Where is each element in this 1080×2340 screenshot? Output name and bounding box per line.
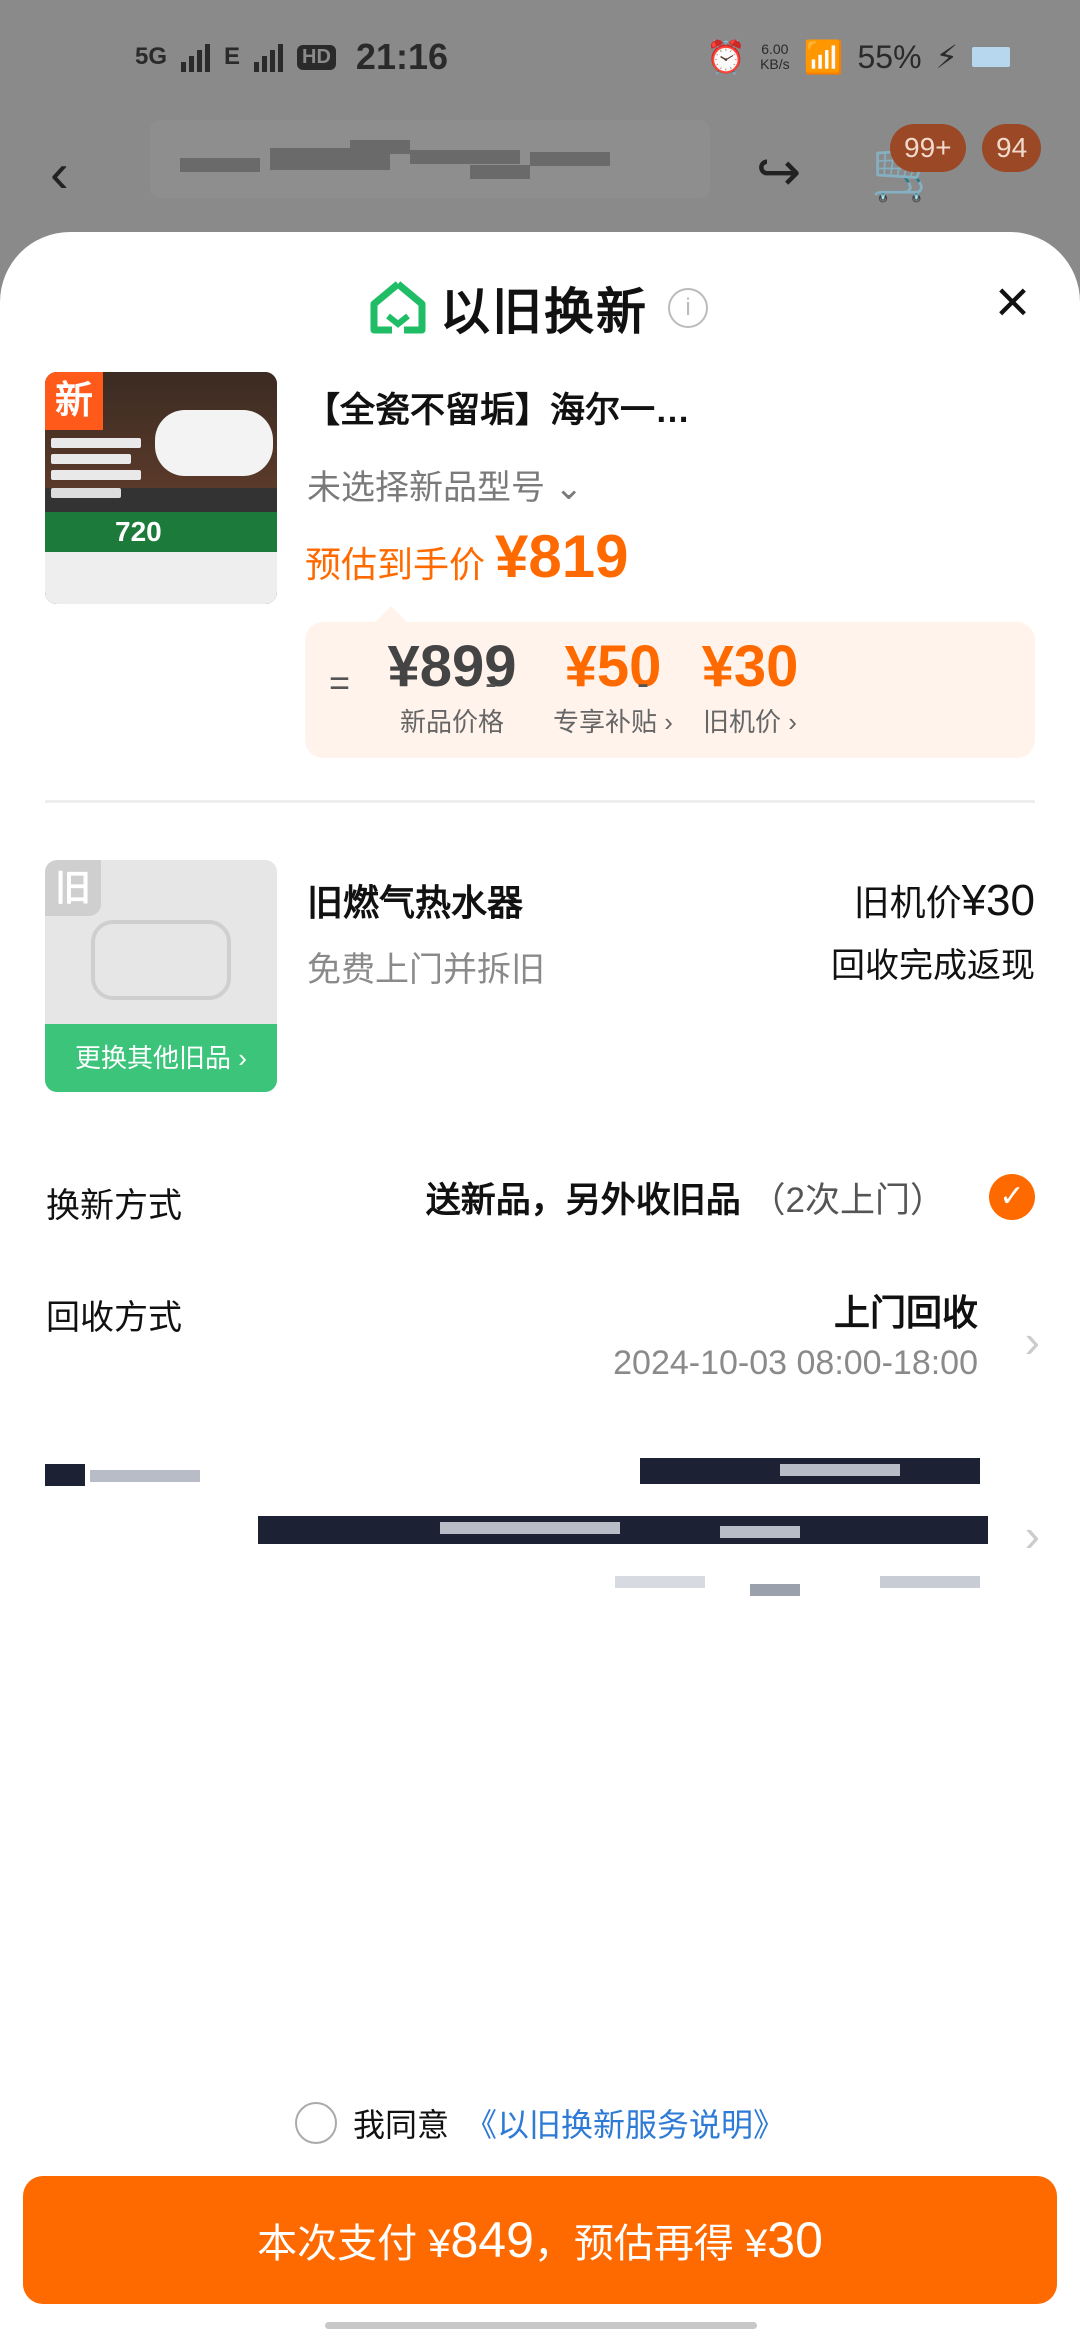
network-5g-label: 5G xyxy=(135,43,168,70)
hd-badge: HD xyxy=(297,44,336,70)
alarm-icon: ⏰ xyxy=(706,39,747,75)
message-badge: 94 xyxy=(982,124,1042,172)
model-selector[interactable]: 未选择新品型号 ⌄ xyxy=(307,460,583,509)
signal-icon-2 xyxy=(254,42,284,72)
back-chevron-icon[interactable]: ‹ xyxy=(50,140,69,205)
chevron-right-icon[interactable]: › xyxy=(1025,1314,1040,1368)
swap-old-item-button[interactable]: 更换其他旧品 › xyxy=(45,1024,277,1092)
estimated-price: 预估到手价 ¥819 xyxy=(305,523,629,590)
new-badge: 新 xyxy=(45,372,103,430)
equals-sign: = xyxy=(329,662,351,703)
divider xyxy=(45,800,1035,803)
image-promo-band: 720 xyxy=(45,512,277,552)
nav-bar: ‹ ↪ 🛒 99+ 94 xyxy=(0,120,1080,240)
cart-badge: 99+ xyxy=(890,124,966,172)
battery-icon xyxy=(972,47,1010,67)
old-tag: 旧 xyxy=(45,860,101,916)
clock: 21:16 xyxy=(355,36,448,77)
minus-sign-2: - xyxy=(637,662,649,703)
recycle-house-icon xyxy=(370,281,426,334)
cashback-note: 回收完成返现 xyxy=(831,947,1035,985)
share-icon[interactable]: ↪ xyxy=(756,140,801,203)
network-e-label: E xyxy=(224,43,241,70)
sheet-header: 以旧换新 i × xyxy=(0,272,1080,362)
battery-percent: 55% xyxy=(857,38,922,75)
net-speed: 6.00 KB/s xyxy=(760,41,790,72)
info-icon[interactable]: i xyxy=(668,288,708,328)
minus-sign: - xyxy=(485,662,497,703)
old-item-price: 旧机价¥30 xyxy=(853,876,1035,925)
chevron-down-icon: ⌄ xyxy=(554,469,583,507)
agreement-row: 我同意 《以旧换新服务说明》 xyxy=(0,2100,1080,2146)
water-heater-image xyxy=(155,410,273,476)
old-item-image: 旧 更换其他旧品 › xyxy=(45,860,277,1092)
agree-radio[interactable] xyxy=(294,2102,337,2144)
recycle-method-label: 回收方式 xyxy=(46,1299,182,1337)
wifi-icon: 📶 xyxy=(803,39,844,75)
exchange-method-label: 换新方式 xyxy=(46,1187,182,1225)
check-icon[interactable]: ✓ xyxy=(989,1174,1035,1220)
product-image[interactable]: 新 720 xyxy=(45,372,277,604)
new-price-col: ¥899 新品价格 xyxy=(387,634,517,738)
old-item-service: 免费上门并拆旧 xyxy=(307,951,545,989)
recycle-method-value[interactable]: 上门回收 xyxy=(834,1284,978,1336)
signal-icon xyxy=(181,42,211,72)
product-title: 【全瓷不留垢】海尔一… xyxy=(305,391,691,430)
service-terms-link[interactable]: 《以旧换新服务说明》 xyxy=(465,2100,785,2146)
sheet-title: 以旧换新 xyxy=(440,284,648,340)
placeholder-image-icon xyxy=(91,920,231,1000)
home-indicator[interactable] xyxy=(325,2322,757,2329)
trade-in-sheet: 以旧换新 i × 新 720 【全瓷不留垢】海尔一… 未选择新品型号 ⌄ 预估到… xyxy=(0,232,1080,2340)
pay-button[interactable]: 本次支付 ¥849，预估再得 ¥30 xyxy=(23,2176,1057,2304)
exchange-method-value[interactable]: 送新品，另外收旧品 （2次上门） xyxy=(426,1172,945,1223)
price-breakdown: = ¥899 新品价格 - ¥50 专享补贴 › - ¥30 旧机价 › xyxy=(305,606,1035,758)
estimated-price-value: 819 xyxy=(528,523,629,590)
status-bar: 5G E HD 21:16 ⏰ 6.00 KB/s 📶 55% ⚡ xyxy=(0,0,1080,120)
pickup-time: 2024-10-03 08:00-18:00 xyxy=(613,1344,978,1382)
close-icon[interactable]: × xyxy=(995,272,1030,332)
chevron-right-icon-2: › xyxy=(1024,1509,1040,1561)
old-item-name: 旧燃气热水器 xyxy=(307,882,524,923)
blurred-title xyxy=(150,120,710,198)
charging-icon: ⚡ xyxy=(935,39,958,75)
agree-text: 我同意 xyxy=(352,2107,449,2143)
old-price-col[interactable]: ¥30 旧机价 › xyxy=(665,636,835,739)
